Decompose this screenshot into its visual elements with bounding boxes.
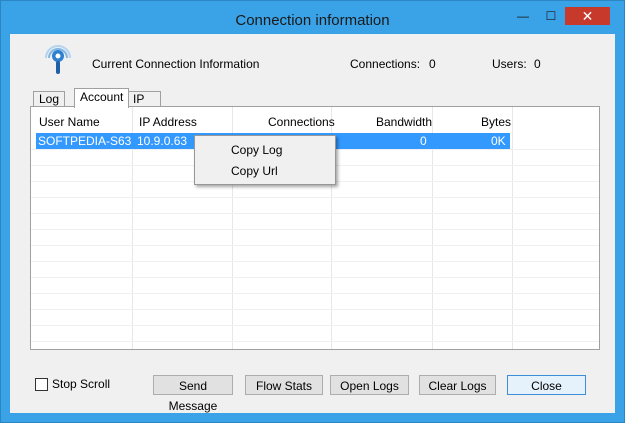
close-button[interactable]: Close [507, 375, 586, 395]
column-divider [512, 107, 513, 349]
send-message-button[interactable]: Send Message [153, 375, 233, 413]
cell-bandwidth: 0 [420, 134, 427, 148]
context-menu: Copy Log Copy Url [194, 135, 336, 185]
wireless-signal-icon [44, 42, 72, 76]
cell-bytes: 0K [491, 134, 506, 148]
column-header-bandwidth[interactable]: Bandwidth [376, 115, 432, 129]
column-header-connections[interactable]: Connections [268, 115, 335, 129]
flow-stats-button[interactable]: Flow Stats [245, 375, 323, 395]
copy-log-menu-item[interactable]: Copy Log [231, 143, 282, 157]
users-count: 0 [534, 57, 541, 71]
row-divider [31, 213, 599, 214]
clear-logs-button[interactable]: Clear Logs [419, 375, 496, 395]
connections-label: Connections: [350, 57, 421, 71]
row-divider [31, 245, 599, 246]
row-divider [31, 325, 599, 326]
row-divider [31, 293, 599, 294]
stop-scroll-checkbox[interactable] [35, 378, 48, 391]
cell-ip-address: 10.9.0.63 [137, 134, 188, 148]
column-header-user-name[interactable]: User Name [39, 115, 100, 129]
stop-scroll-label[interactable]: Stop Scroll [52, 377, 110, 391]
column-header-bytes[interactable]: Bytes [481, 115, 511, 129]
minimize-button[interactable]: — [511, 7, 535, 25]
column-header-ip-address[interactable]: IP Address [139, 115, 197, 129]
maximize-button[interactable]: ☐ [539, 7, 563, 25]
users-label: Users: [492, 57, 527, 71]
header-title: Current Connection Information [92, 57, 260, 71]
row-divider [31, 309, 599, 310]
copy-url-menu-item[interactable]: Copy Url [231, 164, 278, 178]
row-divider [31, 197, 599, 198]
client-area: Current Connection Information Connectio… [10, 34, 615, 413]
tab-log[interactable]: Log [33, 91, 66, 107]
close-window-button[interactable]: ✕ [565, 7, 610, 25]
connection-info-window: Connection information — ☐ ✕ Current Con… [0, 0, 625, 423]
tab-account[interactable]: Account [74, 88, 130, 108]
row-divider [31, 261, 599, 262]
connections-count: 0 [429, 57, 436, 71]
tab-ip[interactable]: IP [127, 91, 161, 107]
row-divider [31, 229, 599, 230]
row-divider [31, 277, 599, 278]
cell-user-name: SOFTPEDIA-S63 [38, 134, 132, 148]
row-divider [31, 341, 599, 342]
open-logs-button[interactable]: Open Logs [330, 375, 409, 395]
